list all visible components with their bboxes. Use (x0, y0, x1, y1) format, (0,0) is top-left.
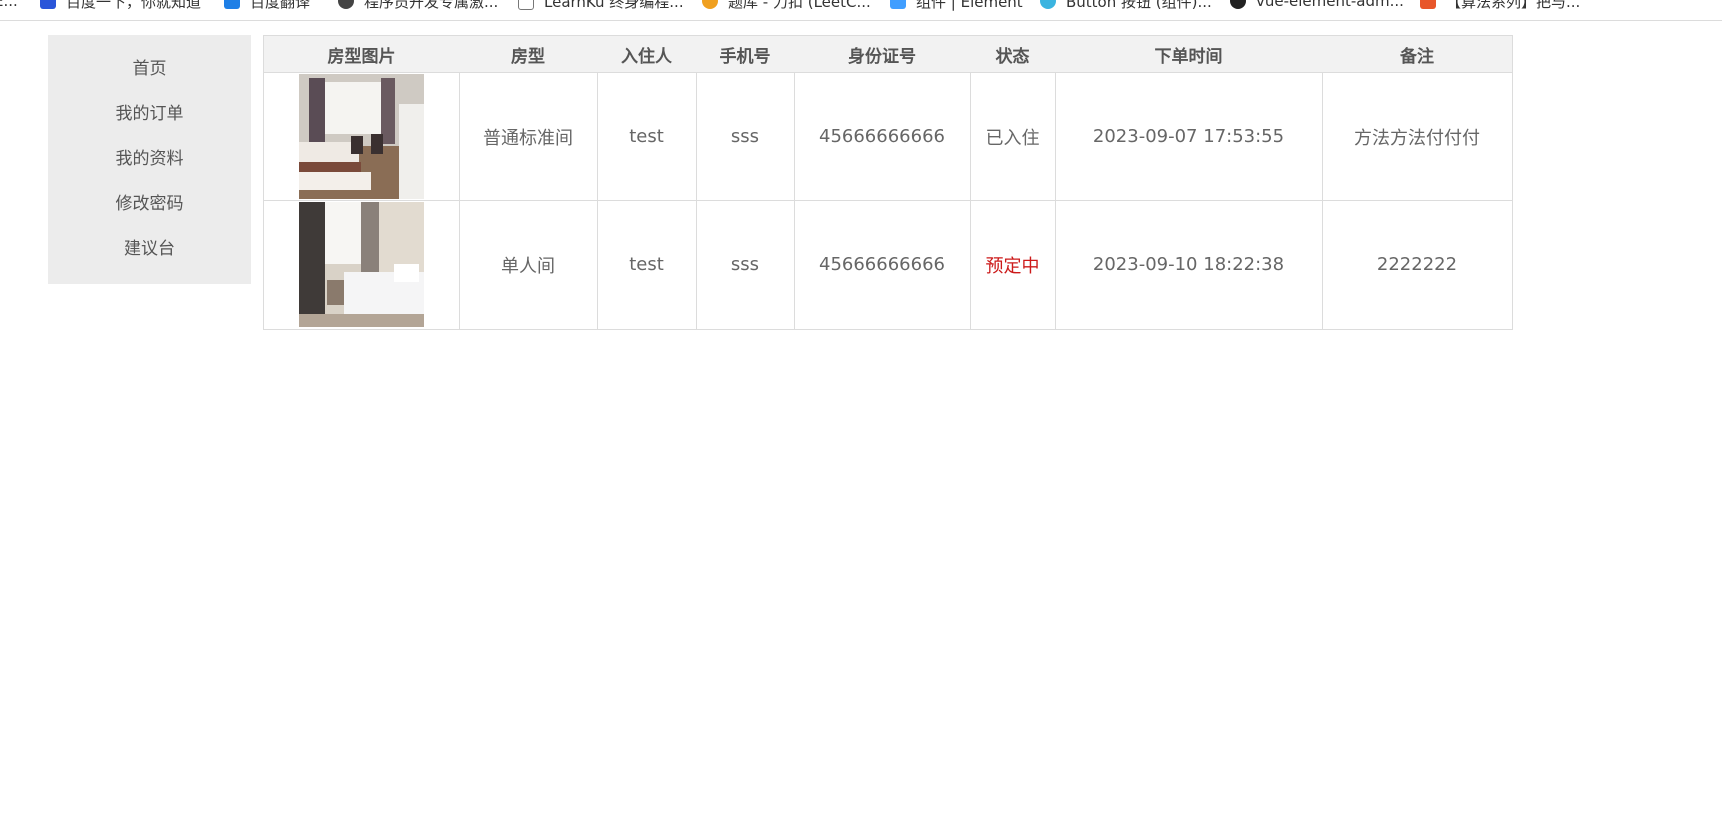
column-header-room-type: 房型 (511, 46, 545, 67)
bookmark-label: 百度一下，你就知道 (66, 0, 202, 11)
guest-cell: test (629, 126, 664, 147)
phone-cell: sss (730, 254, 760, 275)
github-icon (1230, 0, 1246, 9)
sidebar-item-suggestions[interactable]: 建议台 (48, 237, 251, 261)
bookmark-label: 组件 | Element (916, 0, 1023, 11)
orders-table: 房型图片 房型 入住人 手机号 身份证号 状态 下单时间 备注 普通标准间 te… (263, 35, 1513, 330)
bookmark-item[interactable]: Button 按钮 (组件)... (1040, 0, 1212, 11)
id-number-cell: 45666666666 (819, 126, 945, 147)
sidebar-item-my-profile[interactable]: 我的资料 (48, 147, 251, 171)
translate-icon (224, 0, 240, 9)
bookmark-label: 百度翻译 (250, 0, 311, 11)
column-header-id-number: 身份证号 (848, 46, 916, 67)
room-photo-cell (264, 201, 459, 328)
sidebar-item-change-password[interactable]: 修改密码 (48, 192, 251, 216)
bookmark-item[interactable]: 百度一下，你就知道 (40, 0, 201, 11)
bookmark-item[interactable]: 题库 - 力扣 (LeetC... (702, 0, 871, 11)
element-icon (890, 0, 906, 9)
room-type-cell: 单人间 (501, 255, 555, 277)
baidu-icon (40, 0, 56, 9)
room-type-cell: 普通标准间 (483, 127, 573, 149)
leetcode-icon (702, 0, 718, 9)
id-number-cell: 45666666666 (819, 254, 945, 275)
dev-icon (338, 0, 354, 9)
order-time-cell: 2023-09-07 17:53:55 (1092, 126, 1285, 147)
column-header-note: 备注 (1400, 46, 1434, 67)
room-photo-image (299, 74, 424, 199)
order-time-cell: 2023-09-10 18:22:38 (1092, 254, 1285, 275)
column-header-phone: 手机号 (719, 46, 771, 67)
table-row: 单人间 test sss 45666666666 预定中 2023-09-10 … (264, 201, 1512, 329)
room-photo-cell (264, 73, 459, 200)
bookmark-item[interactable]: E... (0, 0, 18, 11)
guest-cell: test (629, 254, 664, 275)
sidebar-item-home[interactable]: 首页 (48, 57, 251, 81)
bookmark-item[interactable]: 程序员开发专属激... (338, 0, 498, 11)
bookmark-label: LearnKu 终身编程... (544, 0, 684, 11)
bookmark-item[interactable]: 组件 | Element (890, 0, 1023, 11)
status-cell: 已入住 (985, 127, 1040, 149)
table-row: 普通标准间 test sss 45666666666 已入住 2023-09-0… (264, 73, 1512, 201)
column-header-order-time: 下单时间 (1154, 46, 1223, 67)
bookmark-label: 题库 - 力扣 (LeetC... (728, 0, 871, 11)
bookmark-label: vue-element-adm... (1256, 0, 1404, 10)
room-photo-image (299, 202, 424, 327)
room-photo-single (299, 202, 424, 327)
room-photo-standard (299, 74, 424, 199)
bookmark-item[interactable]: LearnKu 终身编程... (518, 0, 684, 11)
bookmark-item[interactable]: 百度翻译 (224, 0, 310, 11)
column-header-status: 状态 (995, 46, 1030, 67)
note-cell: 2222222 (1376, 254, 1458, 275)
phone-cell: sss (730, 126, 760, 147)
table-header-row: 房型图片 房型 入住人 手机号 身份证号 状态 下单时间 备注 (264, 36, 1512, 73)
bookmark-label: E... (0, 0, 18, 10)
bookmark-label: 【算法系列】把与... (1446, 0, 1581, 11)
sidebar-menu: 首页 我的订单 我的资料 修改密码 建议台 (48, 35, 251, 284)
column-header-guest: 入住人 (621, 46, 672, 67)
note-cell: 方法方法付付付 (1354, 127, 1480, 149)
column-header-room-photo: 房型图片 (327, 46, 396, 67)
csdn-icon (1420, 0, 1436, 9)
status-cell: 预定中 (985, 255, 1040, 277)
sidebar-item-my-orders[interactable]: 我的订单 (48, 102, 251, 126)
bookmarks-bar: E... 百度一下，你就知道 百度翻译 程序员开发专属激... LearnKu … (0, 0, 1722, 21)
bookmark-item[interactable]: vue-element-adm... (1230, 0, 1404, 11)
bookmark-label: Button 按钮 (组件)... (1066, 0, 1212, 11)
button-icon (1040, 0, 1056, 9)
learnku-icon (518, 0, 534, 10)
bookmark-label: 程序员开发专属激... (364, 0, 499, 11)
bookmark-item[interactable]: 【算法系列】把与... (1420, 0, 1580, 11)
